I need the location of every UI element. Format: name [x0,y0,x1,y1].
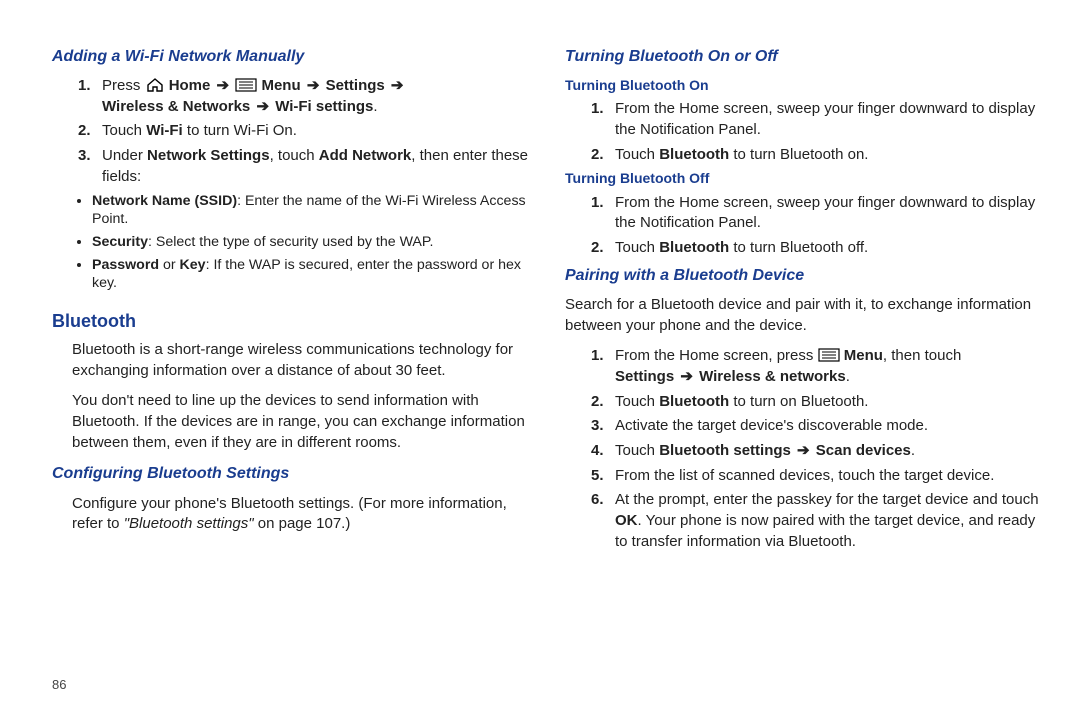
heading-add-wifi: Adding a Wi-Fi Network Manually [52,46,529,68]
list-item: 3.Activate the target device's discovera… [591,416,1042,437]
bullet-text: : Select the type of security used by th… [148,234,433,250]
paragraph: You don't need to line up the devices to… [72,391,529,453]
step-text: Bluetooth [659,393,729,410]
paragraph: Configure your phone's Bluetooth setting… [72,494,529,535]
arrow-icon: ➔ [254,98,271,115]
list-item: 1.From the Home screen, sweep your finge… [591,193,1042,234]
step-text: Bluetooth [659,146,729,163]
step-text: to turn Bluetooth off. [729,239,868,256]
arrow-icon: ➔ [305,77,322,94]
list-item: Password or Key: If the WAP is secured, … [92,256,529,293]
step-text: to turn Wi-Fi On. [183,122,297,139]
paragraph: Bluetooth is a short-range wireless comm… [72,340,529,381]
list-item: 2.Touch Bluetooth to turn Bluetooth on. [591,145,1042,166]
bullet-label: Security [92,234,148,250]
step-text: Network Settings [147,147,270,164]
step-text: Press [102,77,145,94]
step-text: At the prompt, enter the passkey for the… [615,491,1039,508]
list-item: 2.Touch Bluetooth to turn on Bluetooth. [591,392,1042,413]
heading-config-bluetooth: Configuring Bluetooth Settings [52,463,529,485]
step-text: Under [102,147,147,164]
manual-page: Adding a Wi-Fi Network Manually 1. Press… [0,0,1080,566]
heading-bt-on: Turning Bluetooth On [565,76,1042,95]
list-item: 1. From the Home screen, press Menu, the… [591,346,1042,387]
step-text: Scan devices [816,442,911,459]
pairing-steps: 1. From the Home screen, press Menu, the… [565,346,1042,552]
arrow-icon: ➔ [678,368,695,385]
step-text: Wi-Fi settings [275,98,373,115]
list-item: 2. Touch Wi-Fi to turn Wi-Fi On. [78,121,529,142]
list-item: 4.Touch Bluetooth settings ➔ Scan device… [591,441,1042,462]
step-text: , then touch [883,347,961,364]
list-item: Security: Select the type of security us… [92,233,529,252]
step-text: to turn on Bluetooth. [729,393,868,410]
field-bullets: Network Name (SSID): Enter the name of t… [52,192,529,294]
list-item: 5.From the list of scanned devices, touc… [591,466,1042,487]
bt-on-steps: 1.From the Home screen, sweep your finge… [565,99,1042,165]
step-text: Settings [615,368,674,385]
step-text: . Your phone is now paired with the targ… [615,512,1035,550]
step-text: Activate the target device's discoverabl… [615,417,928,434]
menu-icon [235,78,257,92]
step-text: Home [169,77,211,94]
text: on page 107.) [254,515,351,532]
step-text: Bluetooth settings [659,442,791,459]
step-text: Touch [102,122,146,139]
arrow-icon: ➔ [795,442,812,459]
step-text: Settings [326,77,385,94]
heading-bt-off: Turning Bluetooth Off [565,169,1042,188]
wifi-steps-list: 1. Press Home ➔ Menu ➔ Settings ➔ Wirele… [52,76,529,187]
list-item: 3. Under Network Settings, touch Add Net… [78,146,529,187]
list-item: Network Name (SSID): Enter the name of t… [92,192,529,229]
step-text: From the Home screen, sweep your finger … [615,194,1035,232]
step-text: Menu [261,77,300,94]
step-text: OK [615,512,638,529]
arrow-icon: ➔ [389,77,406,94]
bullet-label: Network Name (SSID) [92,193,237,209]
step-text: Touch [615,442,659,459]
bullet-label: Key [180,257,206,273]
step-text: to turn Bluetooth on. [729,146,868,163]
step-text: Wi-Fi [146,122,183,139]
step-text: From the Home screen, sweep your finger … [615,100,1035,138]
reference-link: "Bluetooth settings" [124,515,254,532]
step-text: Menu [844,347,883,364]
step-text: Touch [615,146,659,163]
heading-bt-onoff: Turning Bluetooth On or Off [565,46,1042,68]
step-text: From the Home screen, press [615,347,818,364]
bt-off-steps: 1.From the Home screen, sweep your finge… [565,193,1042,259]
step-text: Touch [615,239,659,256]
list-item: 1. Press Home ➔ Menu ➔ Settings ➔ Wirele… [78,76,529,117]
step-text: From the list of scanned devices, touch … [615,467,994,484]
page-number: 86 [52,677,66,692]
step-text: Add Network [319,147,412,164]
list-item: 1.From the Home screen, sweep your finge… [591,99,1042,140]
bullet-text: or [159,257,180,273]
arrow-icon: ➔ [215,77,232,94]
step-text: Wireless & networks [699,368,846,385]
left-column: Adding a Wi-Fi Network Manually 1. Press… [52,40,529,556]
step-text: Bluetooth [659,239,729,256]
step-text: Wireless & Networks [102,98,250,115]
heading-pairing: Pairing with a Bluetooth Device [565,265,1042,287]
home-icon [145,78,165,92]
right-column: Turning Bluetooth On or Off Turning Blue… [565,40,1042,556]
step-text: , touch [270,147,319,164]
step-text: Touch [615,393,659,410]
bullet-label: Password [92,257,159,273]
heading-bluetooth: Bluetooth [52,309,529,334]
menu-icon [818,348,840,362]
paragraph: Search for a Bluetooth device and pair w… [565,295,1042,336]
list-item: 6.At the prompt, enter the passkey for t… [591,490,1042,552]
list-item: 2.Touch Bluetooth to turn Bluetooth off. [591,238,1042,259]
